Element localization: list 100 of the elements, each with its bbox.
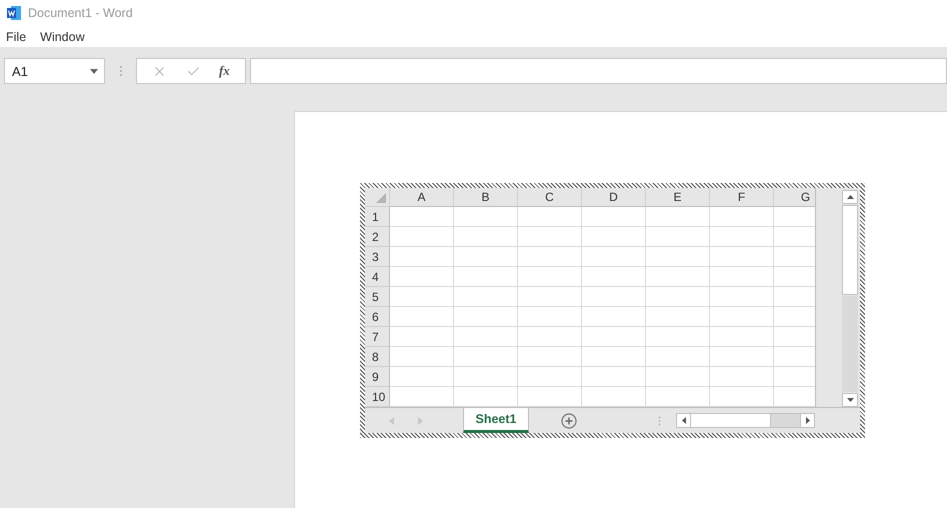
word-logo-icon [7, 6, 21, 20]
table-cell[interactable] [518, 327, 582, 347]
scroll-left-icon[interactable] [682, 417, 686, 424]
table-cell[interactable] [710, 307, 774, 327]
table-cell[interactable] [454, 247, 518, 267]
table-cell[interactable] [710, 287, 774, 307]
row-header[interactable]: 1 [365, 207, 390, 227]
row-header[interactable]: 8 [365, 347, 390, 367]
table-cell[interactable] [454, 347, 518, 367]
table-cell[interactable] [710, 267, 774, 287]
table-cell[interactable] [390, 347, 454, 367]
horizontal-scrollbar[interactable] [676, 413, 815, 428]
column-header[interactable]: D [582, 188, 646, 207]
add-sheet-icon[interactable] [561, 412, 577, 428]
name-box[interactable]: A1 [4, 58, 105, 84]
scroll-right-icon[interactable] [806, 417, 810, 424]
row-header[interactable]: 9 [365, 367, 390, 387]
grip-icon [119, 65, 123, 77]
table-cell[interactable] [518, 207, 582, 227]
row-header[interactable]: 2 [365, 227, 390, 247]
table-cell[interactable] [646, 387, 710, 407]
grip-icon [658, 416, 661, 426]
table-cell[interactable] [454, 227, 518, 247]
table-cell[interactable] [390, 227, 454, 247]
table-cell[interactable] [582, 207, 646, 227]
table-cell[interactable] [646, 207, 710, 227]
table-cell[interactable] [390, 327, 454, 347]
column-header[interactable]: C [518, 188, 582, 207]
next-sheet-icon[interactable] [418, 416, 423, 424]
table-cell[interactable] [390, 207, 454, 227]
row-header[interactable]: 6 [365, 307, 390, 327]
row-header[interactable]: 3 [365, 247, 390, 267]
table-cell[interactable] [710, 387, 774, 407]
table-cell[interactable] [518, 387, 582, 407]
table-cell[interactable] [390, 367, 454, 387]
table-cell[interactable] [454, 207, 518, 227]
table-cell[interactable] [582, 267, 646, 287]
table-cell[interactable] [582, 367, 646, 387]
row-header[interactable]: 4 [365, 267, 390, 287]
table-cell[interactable] [390, 247, 454, 267]
table-cell[interactable] [454, 387, 518, 407]
embedded-spreadsheet[interactable]: A B C D E F G 1 2 3 4 5 6 7 8 9 10 Sheet1 [360, 183, 865, 438]
table-cell[interactable] [646, 287, 710, 307]
table-cell[interactable] [454, 287, 518, 307]
table-cell[interactable] [646, 267, 710, 287]
table-cell[interactable] [518, 227, 582, 247]
table-cell[interactable] [710, 227, 774, 247]
menu-item[interactable]: Window [40, 30, 85, 44]
table-cell[interactable] [518, 287, 582, 307]
vertical-scrollbar[interactable] [840, 188, 860, 407]
table-cell[interactable] [454, 327, 518, 347]
table-cell[interactable] [646, 307, 710, 327]
table-cell[interactable] [582, 327, 646, 347]
table-cell[interactable] [518, 367, 582, 387]
previous-sheet-icon[interactable] [389, 416, 394, 424]
table-cell[interactable] [518, 267, 582, 287]
table-cell[interactable] [710, 367, 774, 387]
column-header[interactable]: E [646, 188, 710, 207]
table-cell[interactable] [582, 247, 646, 267]
table-cell[interactable] [582, 307, 646, 327]
table-cell[interactable] [646, 327, 710, 347]
menu-item[interactable]: File [6, 30, 26, 44]
table-cell[interactable] [710, 207, 774, 227]
table-cell[interactable] [646, 227, 710, 247]
table-cell[interactable] [710, 247, 774, 267]
sheet-tab[interactable]: Sheet1 [463, 408, 529, 433]
scroll-up-icon[interactable] [846, 195, 854, 199]
triangle-icon [376, 193, 386, 203]
table-cell[interactable] [390, 307, 454, 327]
table-cell[interactable] [454, 307, 518, 327]
table-cell[interactable] [646, 347, 710, 367]
column-header[interactable]: G [774, 188, 815, 207]
table-cell[interactable] [646, 247, 710, 267]
column-header[interactable]: F [710, 188, 774, 207]
formula-input[interactable] [250, 58, 947, 84]
table-cell[interactable] [390, 287, 454, 307]
scroll-down-icon[interactable] [846, 398, 854, 402]
table-cell[interactable] [454, 267, 518, 287]
insert-function-button[interactable]: fx [218, 63, 230, 79]
table-cell[interactable] [518, 247, 582, 267]
caret-icon [90, 68, 98, 74]
table-cell[interactable] [582, 227, 646, 247]
column-header[interactable]: B [454, 188, 518, 207]
table-cell[interactable] [390, 387, 454, 407]
table-cell[interactable] [454, 367, 518, 387]
select-all-corner[interactable] [365, 188, 390, 207]
table-cell[interactable] [390, 267, 454, 287]
row-header[interactable]: 7 [365, 327, 390, 347]
row-header[interactable]: 10 [365, 387, 390, 407]
row-header[interactable]: 5 [365, 287, 390, 307]
table-cell[interactable] [582, 347, 646, 367]
window-title: Document1 - Word [28, 6, 133, 20]
column-header[interactable]: A [390, 188, 454, 207]
table-cell[interactable] [582, 387, 646, 407]
table-cell[interactable] [646, 367, 710, 387]
table-cell[interactable] [518, 307, 582, 327]
table-cell[interactable] [710, 327, 774, 347]
table-cell[interactable] [710, 347, 774, 367]
table-cell[interactable] [518, 347, 582, 367]
table-cell[interactable] [582, 287, 646, 307]
